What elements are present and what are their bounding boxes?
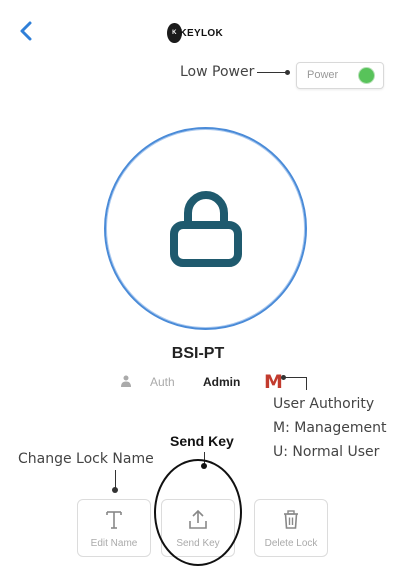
annotation-user-authority-u: U: Normal User xyxy=(273,444,380,460)
logo-text: KEYLOK xyxy=(179,27,223,39)
power-status-dot xyxy=(359,68,374,83)
text-icon xyxy=(78,509,150,536)
power-label: Power xyxy=(307,69,339,81)
power-indicator[interactable]: Power xyxy=(296,62,384,89)
user-icon xyxy=(121,375,131,387)
delete-lock-button[interactable]: Delete Lock xyxy=(254,499,328,557)
delete-lock-label: Delete Lock xyxy=(264,538,318,549)
annotation-dot-change-name xyxy=(112,487,118,493)
lock-button[interactable] xyxy=(104,127,307,330)
authority-badge: M xyxy=(264,371,283,393)
chevron-left-icon xyxy=(20,21,32,41)
role-label: Admin xyxy=(203,375,241,389)
annotation-send-key: Send Key xyxy=(170,433,234,449)
lock-icon xyxy=(170,191,242,267)
trash-icon xyxy=(255,509,327,536)
annotation-line-low-power xyxy=(257,72,288,73)
annotation-line-authority-h xyxy=(284,377,306,378)
annotation-user-authority-title: User Authority xyxy=(273,396,375,412)
back-button[interactable] xyxy=(14,16,40,46)
annotation-change-lock-name: Change Lock Name xyxy=(18,451,154,467)
annotation-dot-authority xyxy=(281,375,286,380)
lock-name: BSI-PT xyxy=(171,345,225,362)
auth-label: Auth xyxy=(150,375,175,389)
annotation-user-authority-m: M: Management xyxy=(273,420,387,436)
annotation-line-authority-v xyxy=(306,377,307,390)
annotation-dot-low-power xyxy=(285,70,290,75)
brand-logo: K KEYLOK xyxy=(167,23,223,43)
annotation-low-power: Low Power xyxy=(180,64,255,80)
send-key-highlight xyxy=(154,459,242,566)
edit-name-label: Edit Name xyxy=(90,538,138,549)
edit-name-button[interactable]: Edit Name xyxy=(77,499,151,557)
